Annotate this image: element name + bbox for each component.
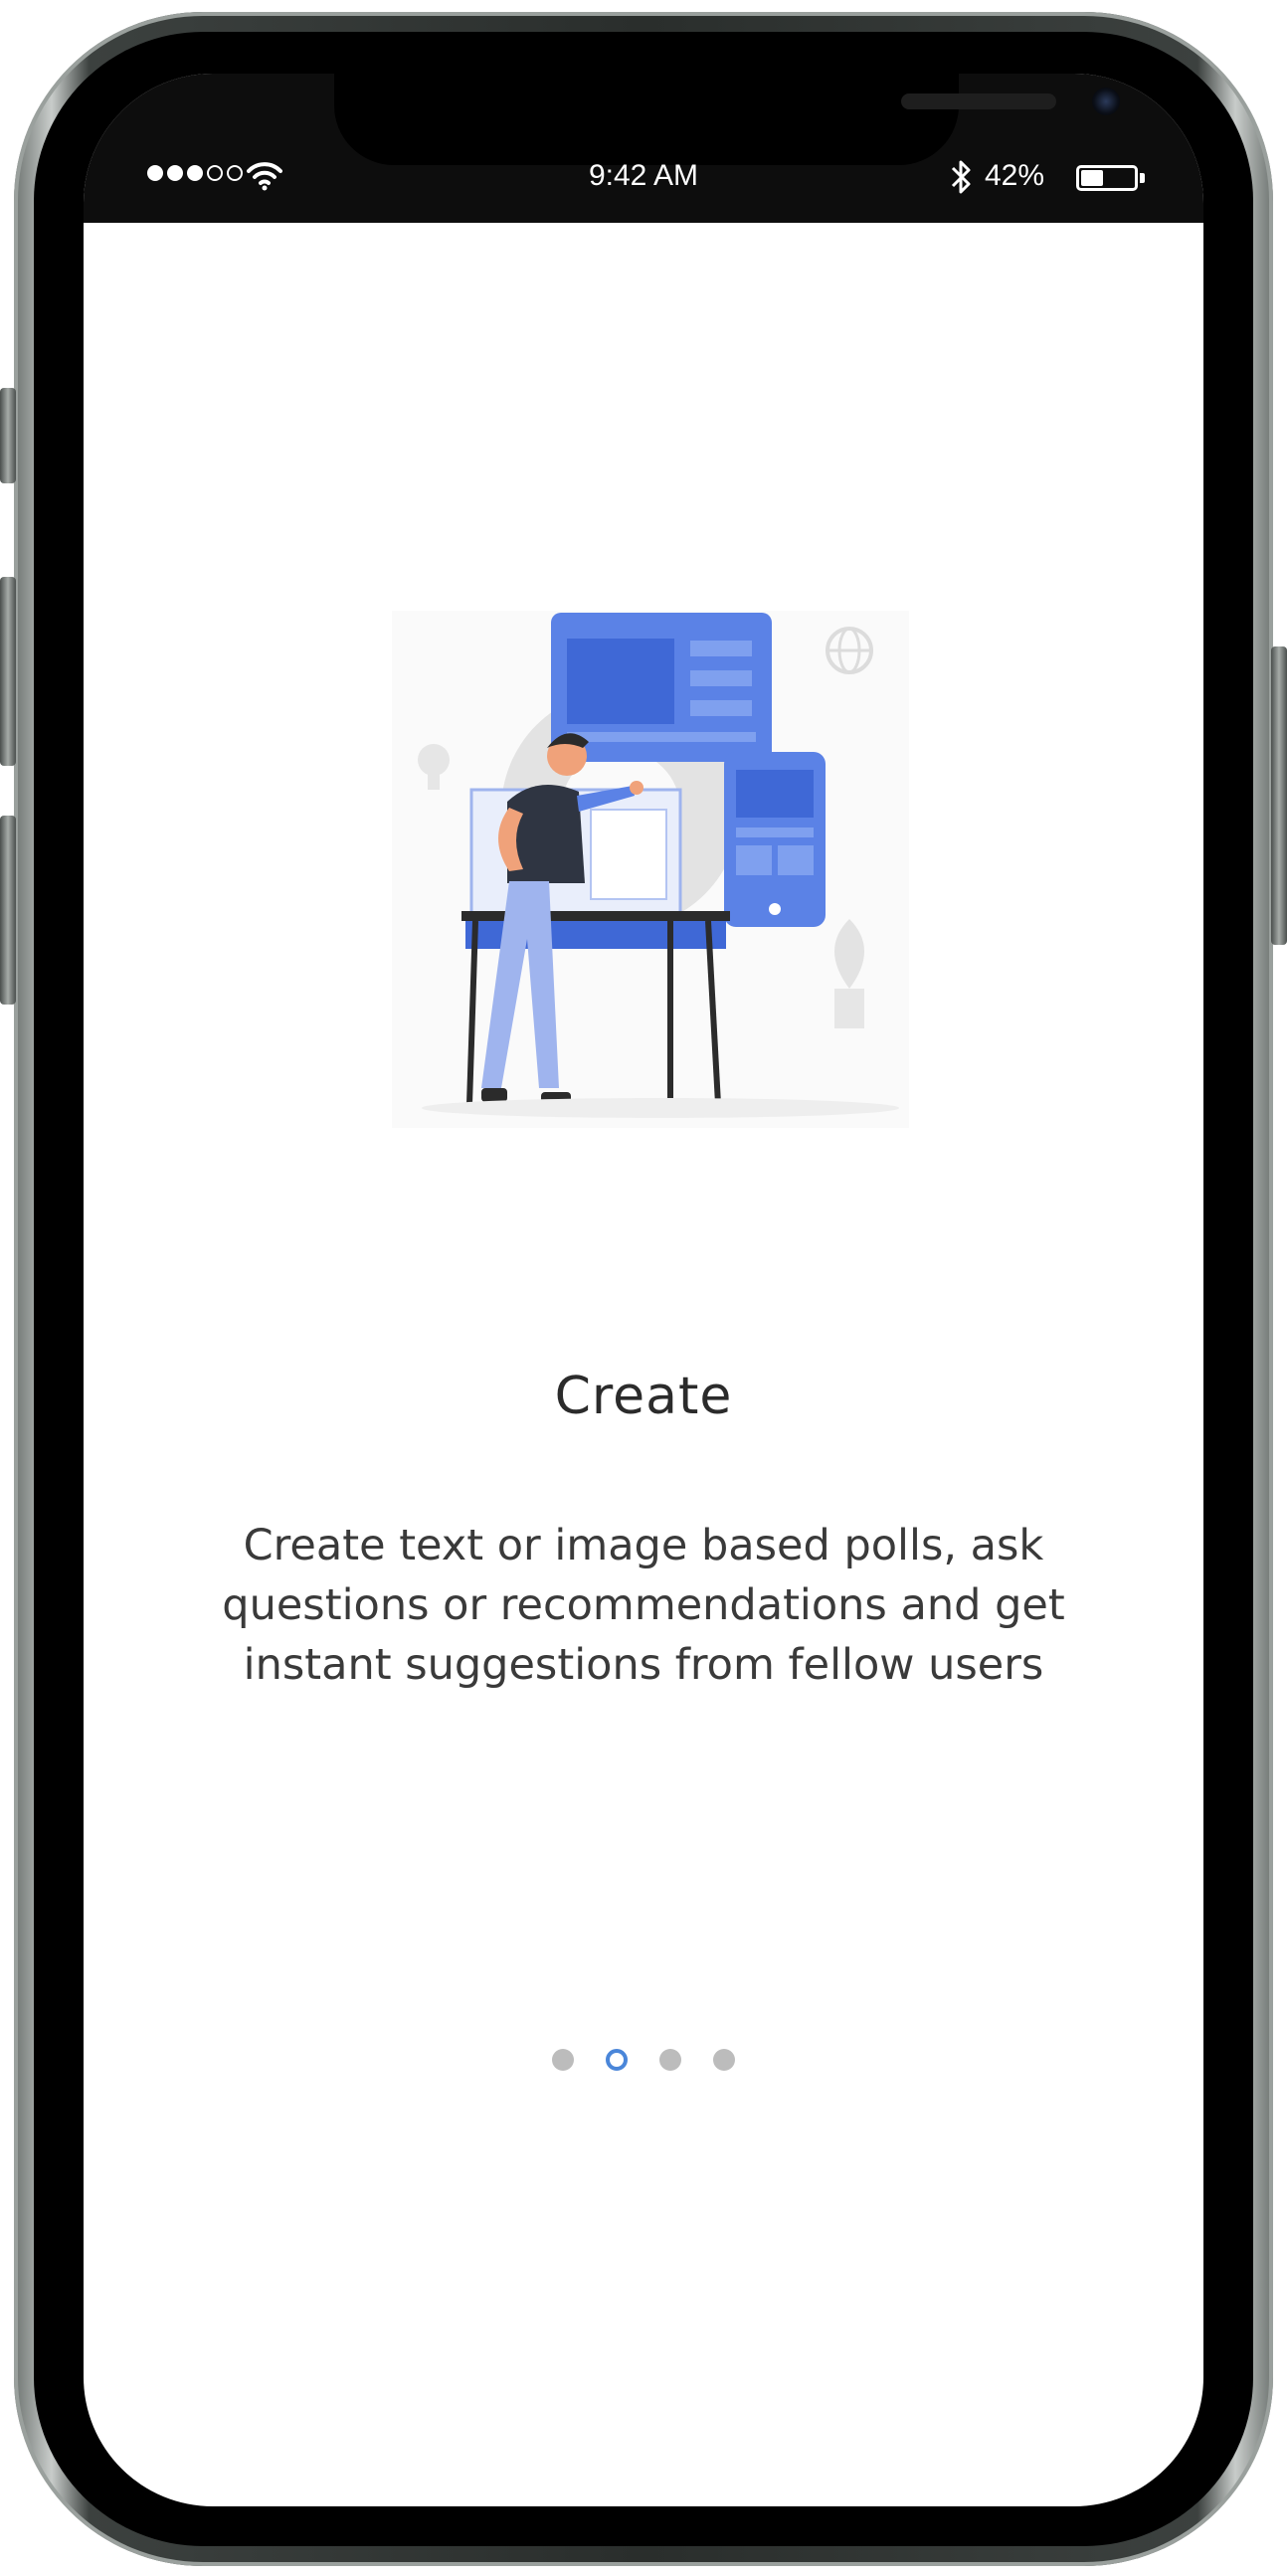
page-dot-active[interactable] bbox=[606, 2049, 628, 2071]
battery-level bbox=[1081, 170, 1103, 186]
battery-percent: 42% bbox=[985, 159, 1045, 192]
power-button bbox=[1271, 646, 1287, 945]
volume-down-button bbox=[0, 816, 16, 1005]
page-dot[interactable] bbox=[713, 2049, 735, 2071]
speaker-grille bbox=[901, 93, 1056, 109]
battery-tip bbox=[1140, 173, 1145, 183]
onboarding-description: Create text or image based polls, ask qu… bbox=[222, 1521, 1065, 1690]
page-dot[interactable] bbox=[659, 2049, 681, 2071]
screen: 9:42 AM 42% Create Create text or image … bbox=[84, 74, 1203, 2506]
onboarding-illustration bbox=[392, 611, 909, 1128]
page-dot[interactable] bbox=[552, 2049, 574, 2071]
bluetooth-icon bbox=[951, 160, 971, 194]
battery-icon bbox=[1076, 165, 1138, 191]
status-bar: 9:42 AM 42% bbox=[84, 74, 1203, 223]
mute-switch bbox=[0, 388, 16, 483]
front-camera bbox=[1092, 88, 1120, 115]
page-indicator[interactable] bbox=[84, 2049, 1203, 2071]
notch bbox=[334, 74, 1120, 165]
volume-up-button bbox=[0, 577, 16, 766]
onboarding-title: Create bbox=[554, 1367, 733, 1426]
